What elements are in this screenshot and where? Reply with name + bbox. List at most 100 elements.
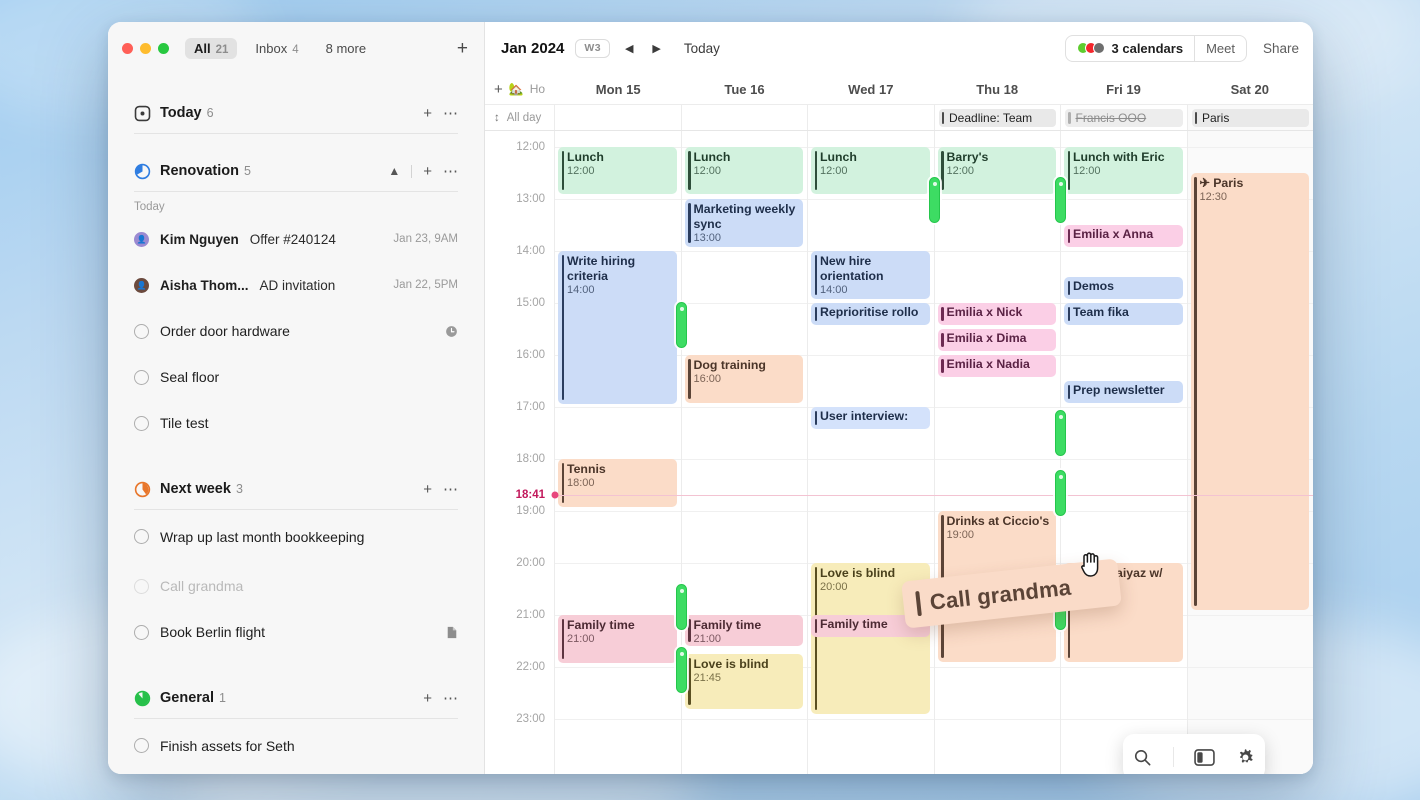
- list-item[interactable]: 👤 Aisha Thom... AD invitation Jan 22, 5P…: [108, 262, 484, 308]
- calendar-event[interactable]: ✈ Paris 12:30: [1190, 173, 1309, 610]
- all-day-cell-fri[interactable]: Francis OOO: [1061, 105, 1188, 130]
- all-day-event[interactable]: Deadline: Team: [938, 108, 1056, 127]
- calendar-event[interactable]: Reprioritise rollo: [811, 303, 930, 325]
- calendar-event[interactable]: Emilia x Dima: [937, 329, 1056, 351]
- all-day-cell-tue[interactable]: [682, 105, 808, 130]
- task-checkbox[interactable]: [134, 369, 149, 385]
- event-drag-handle[interactable]: [1055, 470, 1066, 516]
- day-column-fri[interactable]: Lunch with Eric 12:00 Emilia x Anna Demos Te…: [1055, 131, 1188, 774]
- sidebar-group-today[interactable]: Today 6 + ⋯: [108, 96, 484, 130]
- minimize-window-button[interactable]: [140, 42, 151, 54]
- list-item[interactable]: Finish assets for Seth: [108, 719, 484, 772]
- add-calendar-button[interactable]: +: [494, 82, 503, 97]
- calendar-event[interactable]: Love is blind 21:45: [684, 654, 803, 709]
- event-drag-handle[interactable]: [675, 302, 687, 348]
- group-more-button[interactable]: ⋯: [443, 691, 458, 706]
- next-week-button[interactable]: ▶: [648, 40, 664, 57]
- task-checkbox[interactable]: [134, 578, 149, 594]
- add-list-button[interactable]: +: [457, 39, 470, 58]
- list-item[interactable]: Seal floor: [108, 354, 484, 400]
- calendar-event[interactable]: Family time 21:00: [558, 615, 677, 663]
- calendar-event[interactable]: Lunch 12:00: [811, 147, 930, 194]
- group-more-button[interactable]: ⋯: [443, 106, 458, 121]
- search-icon[interactable]: [1133, 748, 1152, 767]
- all-day-event[interactable]: Paris: [1191, 108, 1309, 127]
- calendar-event[interactable]: New hire orientation 14:00: [811, 251, 930, 299]
- tab-all[interactable]: All 21: [185, 37, 238, 59]
- task-checkbox[interactable]: [134, 415, 149, 431]
- calendar-event[interactable]: Prep newsletter: [1064, 381, 1183, 403]
- list-item[interactable]: 👤 Kim Nguyen Offer #240124 Jan 23, 9AM: [108, 216, 484, 262]
- sidebar-toggle-icon[interactable]: [1194, 748, 1215, 766]
- calendar-event[interactable]: Lunch 12:00: [684, 147, 803, 194]
- add-task-button[interactable]: +: [423, 164, 432, 179]
- gear-icon[interactable]: [1236, 748, 1255, 767]
- all-day-cell-mon[interactable]: [555, 105, 682, 130]
- day-column-thu[interactable]: Barry's 12:00 Emilia x Nick Emilia x Dima Em…: [928, 131, 1061, 774]
- today-button[interactable]: Today: [684, 41, 720, 56]
- tab-inbox[interactable]: Inbox 4: [246, 38, 307, 59]
- share-button[interactable]: Share: [1263, 41, 1299, 56]
- calendar-event[interactable]: Demos: [1064, 277, 1183, 299]
- event-drag-handle[interactable]: [675, 647, 687, 693]
- list-item[interactable]: Tile test: [108, 400, 484, 446]
- sidebar-group-next-week[interactable]: Next week 3 + ⋯: [108, 472, 484, 506]
- close-window-button[interactable]: [122, 42, 133, 54]
- calendar-event[interactable]: Lunch 12:00: [558, 147, 677, 194]
- tab-more[interactable]: 8 more: [317, 38, 375, 59]
- day-column-tue[interactable]: Lunch 12:00 Marketing weekly sync 13:00 Dog …: [675, 131, 808, 774]
- sidebar-group-renovation[interactable]: Renovation 5 ▲ + ⋯: [108, 154, 484, 188]
- day-header-thu[interactable]: Thu 18: [934, 82, 1060, 97]
- calendar-event[interactable]: Emilia x Nick: [937, 303, 1056, 325]
- event-drag-handle[interactable]: [1055, 410, 1066, 456]
- day-header-tue[interactable]: Tue 16: [681, 82, 807, 97]
- all-day-event[interactable]: Francis OOO: [1065, 108, 1183, 127]
- task-checkbox[interactable]: [134, 624, 149, 640]
- list-item[interactable]: Book Berlin flight: [108, 609, 484, 655]
- day-column-mon[interactable]: Lunch 12:00 Write hiring criteria 14:00 Tenn…: [555, 131, 682, 774]
- calendar-event[interactable]: Emilia x Anna: [1064, 225, 1183, 247]
- calendar-event[interactable]: Marketing weekly sync 13:00: [684, 199, 803, 247]
- day-header-wed[interactable]: Wed 17: [808, 82, 934, 97]
- calendar-event[interactable]: Team fika: [1064, 303, 1183, 325]
- collapse-icon[interactable]: ↕: [494, 112, 500, 124]
- all-day-cell-thu[interactable]: Deadline: Team: [935, 105, 1061, 130]
- calendar-event[interactable]: Lunch with Eric 12:00: [1064, 147, 1183, 194]
- week-number-chip[interactable]: W3: [575, 38, 610, 58]
- prev-week-button[interactable]: ◀: [621, 40, 637, 57]
- add-task-button[interactable]: +: [423, 691, 432, 706]
- task-checkbox[interactable]: [134, 323, 149, 339]
- calendar-event[interactable]: Family time 21:00: [684, 615, 803, 646]
- calendar-event[interactable]: User interview:: [811, 407, 930, 429]
- event-drag-handle[interactable]: [1055, 177, 1066, 223]
- task-checkbox[interactable]: [134, 738, 149, 753]
- event-drag-handle[interactable]: [675, 584, 687, 630]
- all-day-cell-sat[interactable]: Paris: [1187, 105, 1313, 130]
- sidebar-group-general[interactable]: General 1 + ⋯: [108, 681, 484, 715]
- all-day-cell-wed[interactable]: [808, 105, 935, 130]
- day-column-wed[interactable]: Lunch 12:00 New hire orientation 14:00 Repri…: [808, 131, 935, 774]
- calendars-selector[interactable]: 3 calendars: [1066, 36, 1195, 61]
- list-item[interactable]: Order door hardware: [108, 308, 484, 354]
- list-item[interactable]: Wrap up last month bookkeeping: [108, 510, 484, 563]
- calendar-event[interactable]: Tennis 18:00: [558, 459, 677, 507]
- list-item[interactable]: Call grandma: [108, 563, 484, 609]
- meet-button[interactable]: Meet: [1194, 35, 1246, 61]
- event-drag-handle[interactable]: [928, 177, 940, 223]
- calendar-event[interactable]: Write hiring criteria 14:00: [558, 251, 677, 404]
- window-traffic-lights[interactable]: [122, 42, 169, 54]
- calendar-event[interactable]: Barry's 12:00: [937, 147, 1056, 194]
- day-header-sat[interactable]: Sat 20: [1187, 82, 1313, 97]
- maximize-window-button[interactable]: [158, 42, 169, 54]
- group-more-button[interactable]: ⋯: [443, 482, 458, 497]
- task-checkbox[interactable]: [134, 529, 149, 544]
- day-column-sat[interactable]: ✈ Paris 12:30: [1187, 131, 1313, 774]
- group-more-button[interactable]: ⋯: [443, 164, 458, 179]
- add-task-button[interactable]: +: [423, 482, 432, 497]
- calendar-event[interactable]: Emilia x Nadia: [937, 355, 1056, 377]
- calendar-event[interactable]: Dog training 16:00: [684, 355, 803, 403]
- chevron-up-icon[interactable]: ▲: [388, 165, 400, 177]
- day-header-mon[interactable]: Mon 15: [555, 82, 681, 97]
- day-header-fri[interactable]: Fri 19: [1060, 82, 1186, 97]
- add-task-button[interactable]: +: [423, 106, 432, 121]
